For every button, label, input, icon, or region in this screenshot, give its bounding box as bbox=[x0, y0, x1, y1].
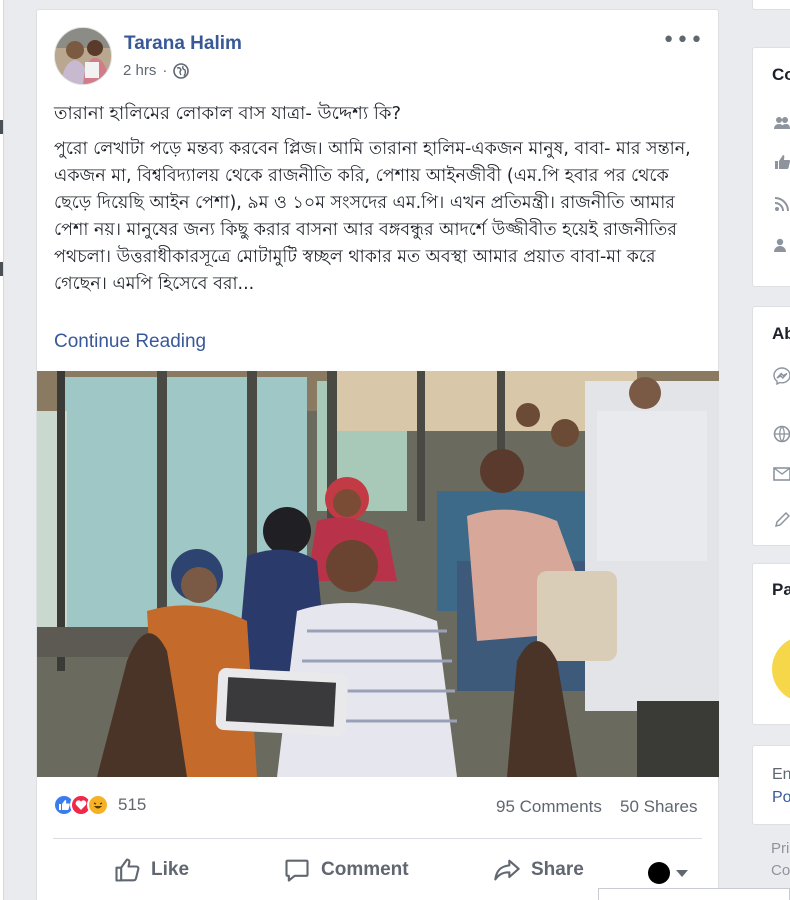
sidebar-link[interactable]: Po bbox=[772, 789, 790, 807]
caret-down-icon bbox=[676, 869, 688, 877]
post-photo[interactable] bbox=[37, 371, 719, 777]
actions-divider bbox=[53, 838, 702, 839]
thumbs-up-icon bbox=[115, 858, 140, 882]
post-body: পুরো লেখাটা পড়ে মন্তব্য করবেন প্লিজ। আম… bbox=[54, 139, 691, 294]
footer-link[interactable]: Pri bbox=[771, 840, 789, 857]
sidebar-card-pages: Pa bbox=[752, 563, 790, 725]
avatar-image bbox=[55, 28, 111, 84]
left-edge-mark bbox=[0, 262, 3, 276]
sidebar-card-title[interactable]: Co bbox=[772, 65, 790, 85]
separator-dot: · bbox=[162, 62, 168, 79]
left-edge-mark bbox=[0, 120, 3, 134]
friends-icon bbox=[774, 238, 786, 252]
chat-panel-edge[interactable] bbox=[598, 888, 790, 900]
pencil-icon bbox=[774, 511, 790, 528]
audience-selector[interactable] bbox=[648, 862, 688, 884]
post-action-bar: Like Comment Share bbox=[37, 846, 719, 894]
right-sidebar: Co Ab Pa En Po Pri Co bbox=[752, 0, 790, 900]
share-icon bbox=[494, 859, 520, 881]
comment-icon bbox=[285, 859, 309, 882]
post-meta: 2 hrs · bbox=[123, 62, 190, 79]
author-name[interactable]: Tarana Halim bbox=[124, 33, 242, 55]
globe-icon[interactable] bbox=[173, 62, 190, 79]
messenger-icon bbox=[773, 367, 790, 385]
share-button[interactable]: Share bbox=[493, 852, 584, 888]
sidebar-card-top bbox=[752, 0, 790, 10]
reaction-summary[interactable]: 515 bbox=[53, 794, 146, 816]
globe-icon bbox=[773, 425, 790, 443]
post-headline: তারানা হালিমের লোকাল বাস যাত্রা- উদ্দেশ্… bbox=[54, 103, 402, 124]
rss-icon bbox=[774, 197, 789, 212]
feed-post: Tarana Halim 2 hrs · ••• তারানা হালিমের … bbox=[36, 9, 719, 900]
sidebar-card-title[interactable]: Ab bbox=[772, 324, 790, 344]
post-options-icon[interactable]: ••• bbox=[662, 28, 704, 53]
reaction-count[interactable]: 515 bbox=[118, 795, 146, 815]
people-icon bbox=[774, 117, 790, 129]
author-avatar[interactable] bbox=[54, 27, 112, 85]
comment-label: Comment bbox=[321, 859, 409, 880]
sidebar-text: En bbox=[772, 766, 790, 783]
comment-button[interactable]: Comment bbox=[283, 852, 409, 888]
page-thumbnail-icon bbox=[772, 639, 790, 699]
like-button[interactable]: Like bbox=[113, 852, 189, 888]
bus-interior-photo bbox=[37, 371, 719, 777]
share-label: Share bbox=[531, 859, 584, 880]
sidebar-card-language: En Po bbox=[752, 745, 790, 825]
continue-reading-link[interactable]: Continue Reading bbox=[54, 331, 206, 353]
like-label: Like bbox=[151, 859, 190, 880]
sidebar-card-community: Co bbox=[752, 47, 790, 287]
envelope-icon bbox=[773, 467, 790, 481]
comments-count[interactable]: 95 Comments bbox=[496, 797, 602, 817]
footer-link[interactable]: Co bbox=[771, 862, 790, 879]
thumbs-up-icon bbox=[775, 155, 790, 169]
shares-count[interactable]: 50 Shares bbox=[620, 797, 698, 817]
haha-icon bbox=[87, 794, 109, 816]
sidebar-card-about: Ab bbox=[752, 306, 790, 546]
post-timestamp[interactable]: 2 hrs bbox=[123, 62, 156, 79]
left-column-edge bbox=[0, 0, 4, 900]
profile-dot-icon bbox=[648, 862, 670, 884]
sidebar-card-title[interactable]: Pa bbox=[772, 580, 790, 600]
